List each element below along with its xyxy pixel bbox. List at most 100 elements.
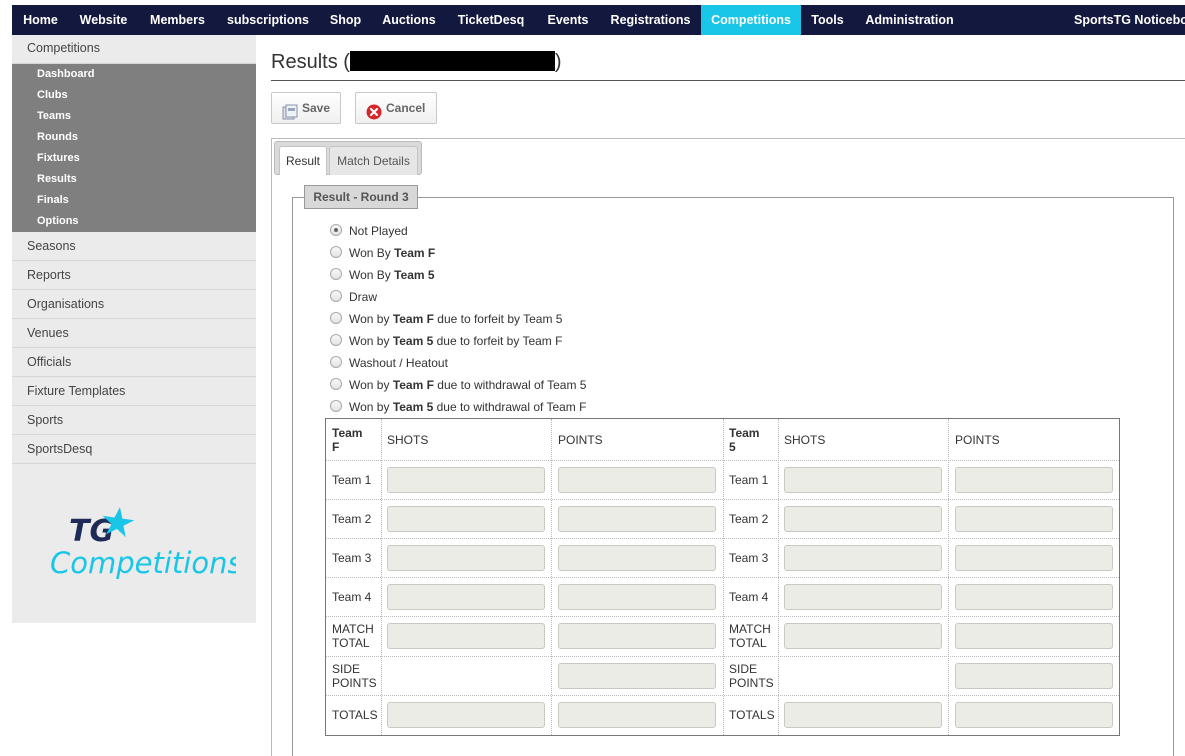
points-input[interactable] — [955, 583, 1113, 610]
row-label: Team 4 — [332, 589, 372, 604]
row-label: Team 2 — [332, 511, 372, 526]
subnav-fixtures[interactable]: Fixtures — [37, 148, 80, 169]
col-points-header: POINTS — [955, 433, 1000, 447]
sidebar-item-sports[interactable]: Sports — [12, 406, 256, 435]
shots-input[interactable] — [387, 583, 545, 610]
cancel-button[interactable]: Cancel — [355, 92, 437, 124]
result-option-label: Won by Team F due to withdrawal of Team … — [349, 378, 587, 392]
page-title-suffix: ) — [554, 51, 562, 73]
sidebar-item-reports[interactable]: Reports — [12, 261, 256, 290]
shots-input[interactable] — [387, 466, 545, 493]
row-label: Team 2 — [729, 511, 769, 526]
shots-input[interactable] — [387, 544, 545, 571]
subnav-results[interactable]: Results — [37, 169, 77, 190]
cancel-icon — [366, 101, 382, 120]
shots-input[interactable] — [784, 505, 942, 532]
radio-button[interactable] — [330, 334, 342, 346]
row-label: MATCH TOTAL — [332, 622, 374, 650]
points-input[interactable] — [558, 583, 716, 610]
table-row-divider — [326, 656, 1119, 657]
subnav-teams[interactable]: Teams — [37, 106, 71, 127]
tab-result[interactable]: Result — [279, 146, 327, 175]
row-label: Team 1 — [729, 472, 769, 487]
points-input[interactable] — [955, 544, 1113, 571]
sidebar-item-officials[interactable]: Officials — [12, 348, 256, 377]
title-divider — [271, 80, 1185, 81]
radio-button[interactable] — [330, 378, 342, 390]
result-option-label: Won by Team 5 due to forfeit by Team F — [349, 334, 563, 348]
points-input[interactable] — [558, 623, 716, 649]
radio-button[interactable] — [330, 400, 342, 412]
points-input[interactable] — [558, 466, 716, 493]
sidebar-item-fixture-templates[interactable]: Fixture Templates — [12, 377, 256, 406]
nav-shop[interactable]: Shop — [319, 5, 372, 35]
table-row-divider — [326, 695, 1119, 696]
result-option-label: Won By Team 5 — [349, 268, 435, 282]
points-input[interactable] — [955, 466, 1113, 493]
nav-website[interactable]: Website — [69, 5, 138, 35]
subnav-rounds[interactable]: Rounds — [37, 127, 78, 148]
points-input[interactable] — [558, 505, 716, 532]
nav-auctions[interactable]: Auctions — [372, 5, 446, 35]
shots-input[interactable] — [784, 466, 942, 493]
subnav-finals[interactable]: Finals — [37, 190, 69, 211]
nav-events[interactable]: Events — [536, 5, 600, 35]
points-input[interactable] — [955, 702, 1113, 728]
sidebar: Competitions Dashboard Clubs Teams Rounds Fi… — [12, 35, 256, 623]
sidebar-item-sportsdesq[interactable]: SportsDesq — [12, 435, 256, 464]
radio-button[interactable] — [330, 246, 342, 258]
nav-home[interactable]: Home — [12, 5, 69, 35]
sidebar-item-seasons[interactable]: Seasons — [12, 232, 256, 261]
radio-button[interactable] — [330, 312, 342, 324]
radio-button[interactable] — [330, 224, 342, 236]
nav-ticketdesq[interactable]: TicketDesq — [446, 5, 536, 35]
shots-input[interactable] — [784, 544, 942, 571]
shots-input[interactable] — [387, 623, 545, 649]
nav-registrations[interactable]: Registrations — [600, 5, 701, 35]
save-button[interactable]: Save — [271, 92, 341, 124]
shots-input[interactable] — [784, 583, 942, 610]
points-input[interactable] — [955, 662, 1113, 689]
page-title: Results () — [271, 51, 562, 79]
radio-button[interactable] — [330, 268, 342, 280]
nav-members[interactable]: Members — [138, 5, 217, 35]
points-input[interactable] — [955, 623, 1113, 649]
shots-input[interactable] — [784, 623, 942, 649]
radio-button[interactable] — [330, 356, 342, 368]
subnav-dashboard[interactable]: Dashboard — [37, 64, 94, 85]
tg-competitions-logo: TG Competitions — [36, 503, 243, 583]
score-table: Team F SHOTS POINTS Team 5 SHOTS POINTS Team 1… — [325, 418, 1120, 736]
radio-button[interactable] — [330, 290, 342, 302]
shots-input[interactable] — [387, 505, 545, 532]
nav-competitions[interactable]: Competitions — [701, 5, 801, 35]
col-shots-header: SHOTS — [784, 433, 826, 447]
sidebar-item-organisations[interactable]: Organisations — [12, 290, 256, 319]
table-row-divider — [326, 616, 1119, 617]
nav-tools[interactable]: Tools — [801, 5, 854, 35]
redacted-block — [349, 51, 555, 71]
shots-input[interactable] — [387, 702, 545, 728]
row-label: TOTALS — [332, 708, 378, 722]
result-option-label: Not Played — [349, 224, 408, 238]
nav-sportstg-noticeboard[interactable]: SportsTG Noticeboard — [1074, 5, 1185, 35]
sidebar-item-venues[interactable]: Venues — [12, 319, 256, 348]
save-icon — [282, 101, 298, 120]
result-option-label: Won by Team 5 due to withdrawal of Team … — [349, 400, 587, 414]
points-input[interactable] — [558, 544, 716, 571]
logo-text-competitions: Competitions — [50, 546, 236, 580]
shots-input[interactable] — [784, 702, 942, 728]
subnav-clubs[interactable]: Clubs — [37, 85, 68, 106]
row-label: Team 1 — [332, 472, 372, 487]
nav-administration[interactable]: Administration — [854, 5, 965, 35]
sidebar-section-competitions[interactable]: Competitions — [12, 35, 256, 64]
page-title-prefix: Results ( — [271, 51, 350, 73]
points-input[interactable] — [955, 505, 1113, 532]
tab-match-details[interactable]: Match Details — [329, 146, 418, 175]
nav-subscriptions[interactable]: subscriptions — [217, 5, 319, 35]
subnav-options[interactable]: Options — [37, 211, 79, 232]
points-input[interactable] — [558, 662, 716, 689]
row-label: Team 3 — [332, 550, 372, 565]
points-input[interactable] — [558, 702, 716, 728]
row-label: TOTALS — [729, 708, 775, 722]
left-margin — [0, 35, 12, 756]
